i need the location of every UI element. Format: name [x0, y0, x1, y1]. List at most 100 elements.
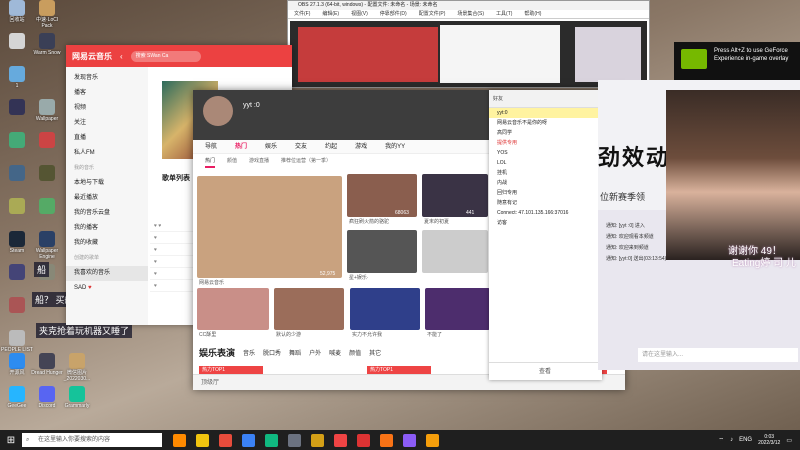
sidebar-item[interactable]: 我的播客: [66, 221, 148, 236]
nav-tab[interactable]: 游戏: [355, 140, 367, 153]
friend-item[interactable]: 提供专用: [489, 138, 602, 148]
desktop-shortcut[interactable]: 中速·LoCl Pack: [30, 0, 64, 29]
desktop-shortcut[interactable]: Steam: [0, 231, 34, 255]
desktop-shortcut[interactable]: 1: [0, 66, 34, 90]
taskbar-app-icon[interactable]: [242, 433, 255, 447]
sidebar-item[interactable]: 我的音乐云盘: [66, 206, 148, 221]
taskbar-app-icon[interactable]: [196, 433, 209, 447]
sidebar-item[interactable]: 发现音乐: [66, 71, 148, 86]
desktop-shortcut[interactable]: [0, 165, 34, 183]
music-user[interactable]: SAD ♥: [66, 281, 148, 297]
section-tab[interactable]: 音乐: [243, 348, 255, 357]
sub-tab[interactable]: 推荐位运营（第一季）: [281, 154, 331, 168]
desktop-shortcut[interactable]: [0, 198, 34, 216]
sub-tab[interactable]: 热门: [205, 154, 216, 168]
language-indicator[interactable]: ENG: [739, 437, 752, 443]
desktop-shortcut[interactable]: Grammarly: [60, 386, 94, 410]
volume-icon[interactable]: ♪: [730, 437, 733, 443]
friend-item[interactable]: 随意有记: [489, 198, 602, 208]
windows-start-icon[interactable]: ⊞: [0, 430, 22, 450]
desktop-shortcut[interactable]: [30, 198, 64, 216]
sub-tab[interactable]: 游戏直播: [249, 154, 269, 168]
sidebar-item[interactable]: 最近播放: [66, 191, 148, 206]
live-room-tile[interactable]: [350, 288, 420, 330]
sidebar-item[interactable]: 私人FM: [66, 146, 148, 161]
section-tab[interactable]: 颜值: [349, 348, 361, 357]
notification-icon[interactable]: ▭: [786, 437, 792, 444]
friend-item[interactable]: 回归专用: [489, 188, 602, 198]
sub-tab[interactable]: 颜值: [227, 154, 237, 168]
live-room-tile[interactable]: [422, 230, 488, 273]
obs-menu-item[interactable]: 工具(T): [496, 10, 512, 18]
desktop-shortcut[interactable]: [0, 297, 34, 315]
obs-menu-item[interactable]: 编辑(E): [322, 10, 339, 18]
desktop-shortcut[interactable]: [0, 33, 34, 51]
friends-panel[interactable]: 好友 yyt:0 网易云音乐不是你的呀 高同学 提供专用 YOS LOL 挂机 内战 回归专用随…: [489, 90, 602, 380]
desktop-shortcut[interactable]: PEOPLE LIST: [0, 330, 34, 354]
taskbar-app-icon[interactable]: [219, 433, 232, 447]
desktop-shortcut[interactable]: GeeGee: [0, 386, 34, 410]
taskbar-search-input[interactable]: ⌕ 在这里输入你要搜索的内容: [22, 433, 162, 447]
desktop-shortcut[interactable]: 开源风: [0, 353, 34, 377]
nav-tab[interactable]: 交友: [295, 140, 307, 153]
taskbar-app-icon[interactable]: [380, 433, 393, 447]
sidebar-item[interactable]: 本地与下载: [66, 176, 148, 191]
obs-menu-item[interactable]: 帮助(H): [524, 10, 541, 18]
friend-item[interactable]: Connect: 47.101.135.166:37016: [489, 208, 602, 218]
live-room-tile[interactable]: [347, 230, 417, 273]
clock[interactable]: 0:03 2022/3/12: [758, 434, 780, 446]
obs-window[interactable]: OBS 27.1.3 (64-bit, windows) - 配置文件: 未命名…: [287, 0, 650, 88]
sidebar-item[interactable]: 我的收藏: [66, 236, 148, 251]
view-button[interactable]: 查看: [539, 369, 551, 375]
obs-menu-item[interactable]: 停靠部件(D): [380, 10, 407, 18]
friend-item[interactable]: 网易云音乐不是你的呀: [489, 118, 602, 128]
sidebar-item[interactable]: 我喜欢的音乐: [66, 266, 148, 281]
taskbar-app-icon[interactable]: [357, 433, 370, 447]
desktop-shortcut[interactable]: Dread Hunger: [30, 353, 64, 377]
desktop-shortcut[interactable]: Warm Snow: [30, 33, 64, 57]
taskbar-app-icon[interactable]: [311, 433, 324, 447]
live-room-tile[interactable]: [197, 176, 342, 278]
obs-preview[interactable]: [290, 21, 647, 87]
taskbar-app-icon[interactable]: [265, 433, 278, 447]
nav-tab[interactable]: 热门: [235, 140, 247, 153]
nav-tab[interactable]: 娱乐: [265, 140, 277, 153]
friend-item[interactable]: 内战: [489, 178, 602, 188]
obs-menu-item[interactable]: 视图(V): [351, 10, 368, 18]
taskbar-app-icon[interactable]: [403, 433, 416, 447]
nav-tab[interactable]: 导航: [205, 140, 217, 153]
obs-menu-item[interactable]: 配置文件(P): [419, 10, 446, 18]
nav-tab[interactable]: 我的YY: [385, 140, 405, 153]
desktop-shortcut[interactable]: 回收站: [0, 0, 34, 24]
desktop-shortcut[interactable]: Wallpaper Engine: [30, 231, 64, 260]
desktop-shortcut[interactable]: [30, 132, 64, 150]
taskbar-app-icon[interactable]: [334, 433, 347, 447]
friend-item[interactable]: yyt:0: [489, 108, 602, 118]
sidebar-item[interactable]: 直播: [66, 131, 148, 146]
chat-input[interactable]: 请在这里输入...: [638, 348, 798, 362]
desktop-shortcut[interactable]: [30, 165, 64, 183]
section-tab[interactable]: 脱口秀: [263, 348, 281, 357]
desktop-shortcut[interactable]: Wallpaper: [30, 99, 64, 123]
section-tab[interactable]: 其它: [369, 348, 381, 357]
friend-item[interactable]: 高同学: [489, 128, 602, 138]
desktop-shortcut[interactable]: Discord: [30, 386, 64, 410]
live-room-tile[interactable]: [274, 288, 344, 330]
wifi-icon[interactable]: ⌔: [718, 436, 724, 444]
friend-item[interactable]: 访客: [489, 218, 602, 228]
friend-item[interactable]: LOL: [489, 158, 602, 168]
avatar[interactable]: [203, 96, 233, 126]
nav-tab[interactable]: 约起: [325, 140, 337, 153]
section-tab[interactable]: 喊麦: [329, 348, 341, 357]
desktop-shortcut[interactable]: [0, 99, 34, 117]
heart-icon[interactable]: ♥: [88, 285, 92, 291]
section-tab[interactable]: 户外: [309, 348, 321, 357]
sidebar-item[interactable]: 播客: [66, 86, 148, 101]
friend-item[interactable]: 挂机: [489, 168, 602, 178]
sidebar-item[interactable]: 关注: [66, 116, 148, 131]
desktop-shortcut[interactable]: [0, 132, 34, 150]
music-search-input[interactable]: 搜索 SWan Ca: [130, 50, 201, 62]
desktop-shortcut[interactable]: [0, 264, 34, 282]
taskbar-app-icon[interactable]: [426, 433, 439, 447]
back-icon[interactable]: ‹: [120, 52, 123, 61]
